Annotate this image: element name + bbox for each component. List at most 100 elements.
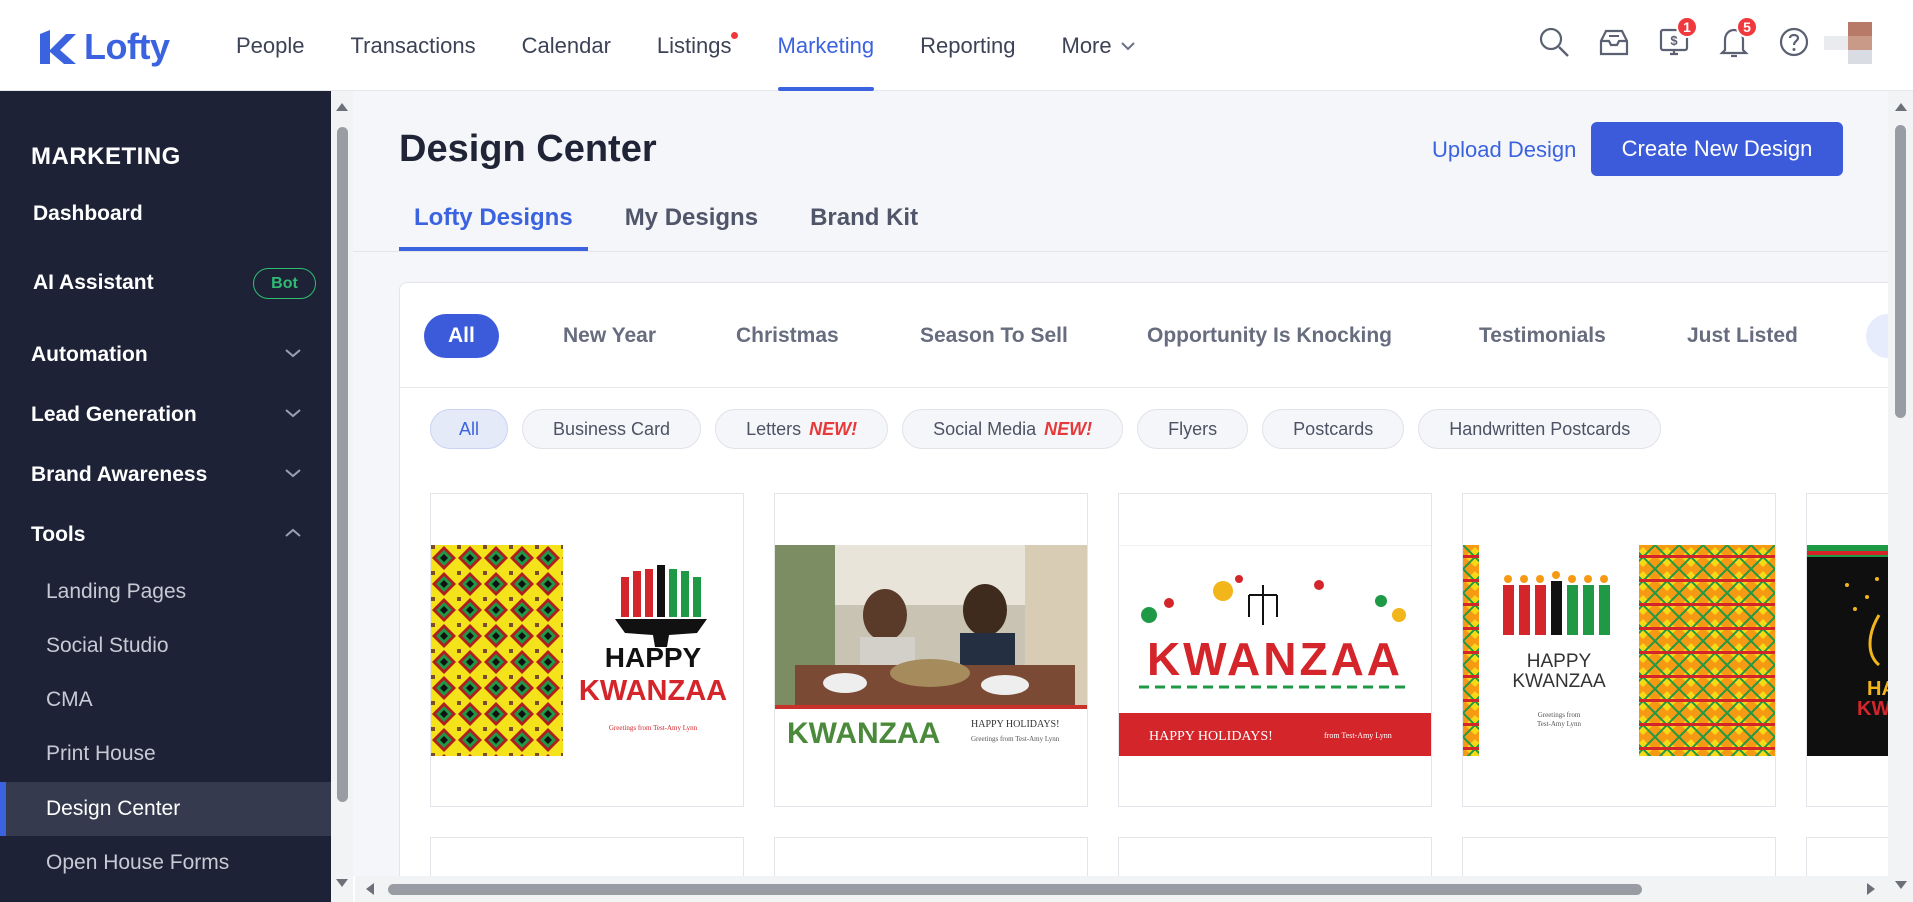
- sidebar-item-ai-assistant[interactable]: AI Assistant Bot: [0, 256, 331, 310]
- user-avatar[interactable]: [1824, 22, 1872, 64]
- category-all[interactable]: All: [424, 314, 499, 358]
- category-christmas[interactable]: Christmas: [736, 314, 839, 358]
- sidebar-item-tools[interactable]: Tools: [0, 508, 331, 562]
- designs-panel: All New Year Christmas Season To Sell Op…: [399, 282, 1888, 876]
- nav-label: People: [236, 32, 305, 58]
- upload-design-link[interactable]: Upload Design: [1432, 137, 1576, 163]
- chip-label: All: [459, 418, 480, 439]
- design-thumbnail: HAPPY KWANZAA Greetings from Test-Amy Ly…: [1463, 545, 1775, 756]
- sidebar-item-label: Open House Forms: [46, 851, 230, 874]
- type-flyers[interactable]: Flyers: [1137, 409, 1249, 449]
- design-card[interactable]: [1118, 837, 1432, 876]
- category-next-pill[interactable]: [1866, 314, 1888, 358]
- create-new-design-button[interactable]: Create New Design: [1591, 122, 1843, 176]
- category-just-listed[interactable]: Just Listed: [1687, 314, 1798, 358]
- nav-label: Calendar: [521, 32, 611, 58]
- scroll-up-arrow-icon[interactable]: [1895, 103, 1907, 111]
- nav-marketing[interactable]: Marketing: [755, 0, 898, 91]
- design-card[interactable]: HAPPY KWANZAA Greetings from Test-Amy Ly…: [430, 493, 744, 807]
- design-card[interactable]: [1806, 837, 1888, 876]
- tab-my-designs[interactable]: My Designs: [610, 204, 773, 251]
- design-card[interactable]: [430, 837, 744, 876]
- design-card[interactable]: [774, 837, 1088, 876]
- scroll-left-arrow-icon[interactable]: [366, 883, 374, 895]
- card-text: Greetings from: [1538, 711, 1581, 719]
- design-card[interactable]: HA KWA: [1806, 493, 1888, 807]
- sidebar-item-design-center[interactable]: Design Center: [0, 782, 331, 836]
- sidebar-item-label: Lead Generation: [31, 403, 197, 426]
- design-card[interactable]: HAPPY KWANZAA Greetings from Test-Amy Ly…: [1462, 493, 1776, 807]
- nav-calendar[interactable]: Calendar: [499, 0, 634, 91]
- type-all[interactable]: All: [430, 409, 509, 449]
- card-text: KWANZAA: [1512, 671, 1606, 692]
- sidebar-item-landing-pages[interactable]: Landing Pages: [0, 565, 331, 619]
- inbox-icon[interactable]: [1596, 24, 1632, 60]
- sidebar-item-open-house-forms[interactable]: Open House Forms: [0, 836, 331, 890]
- tab-lofty-designs[interactable]: Lofty Designs: [399, 204, 588, 251]
- sidebar-item-label: Dashboard: [33, 202, 143, 225]
- sidebar-item-cma[interactable]: CMA: [0, 673, 331, 727]
- scroll-right-arrow-icon[interactable]: [1867, 883, 1875, 895]
- card-text: KWANZAA: [1147, 633, 1403, 685]
- type-handwritten-postcards[interactable]: Handwritten Postcards: [1418, 409, 1662, 449]
- lofty-logo[interactable]: Lofty: [38, 26, 170, 68]
- scroll-down-arrow-icon[interactable]: [1895, 881, 1907, 889]
- chip-label: Business Card: [553, 418, 671, 439]
- nav-transactions[interactable]: Transactions: [328, 0, 499, 91]
- design-tabs: Lofty Designs My Designs Brand Kit: [399, 204, 955, 251]
- sidebar-item-brand-awareness[interactable]: Brand Awareness: [0, 448, 331, 502]
- main-vertical-scrollbar[interactable]: [1888, 91, 1913, 902]
- main-nav: People Transactions Calendar Listings Ma…: [213, 0, 1159, 91]
- sidebar-item-dashboard[interactable]: Dashboard: [0, 187, 331, 241]
- design-card[interactable]: KWANZAA HAPPY HOLIDAYS! Greetings from T…: [774, 493, 1088, 807]
- tab-brand-kit[interactable]: Brand Kit: [795, 204, 933, 251]
- category-filter-bar: All New Year Christmas Season To Sell Op…: [400, 283, 1888, 388]
- type-social-media[interactable]: Social Media NEW!: [902, 409, 1124, 449]
- sidebar-item-automation[interactable]: Automation: [0, 328, 331, 382]
- scroll-up-arrow-icon[interactable]: [336, 103, 348, 111]
- nav-label: More: [1061, 32, 1112, 58]
- card-text: HAPPY: [605, 642, 702, 673]
- type-postcards[interactable]: Postcards: [1262, 409, 1405, 449]
- new-tag: NEW!: [1044, 418, 1093, 439]
- search-icon[interactable]: [1536, 24, 1572, 60]
- new-tag: NEW!: [809, 418, 858, 439]
- sidebar-scrollbar[interactable]: [331, 91, 353, 902]
- sidebar-item-label: Design Center: [46, 797, 181, 820]
- design-card[interactable]: KWANZAA HAPPY HOLIDAYS! from Test-Amy Ly…: [1118, 493, 1432, 807]
- top-navigation-bar: Lofty People Transactions Calendar Listi…: [0, 0, 1913, 91]
- sales-dollar-icon[interactable]: $ 1: [1656, 16, 1698, 60]
- notification-badge: 5: [1736, 16, 1758, 38]
- card-text: HA: [1867, 678, 1888, 700]
- type-business-card[interactable]: Business Card: [522, 409, 702, 449]
- notification-bell-icon[interactable]: 5: [1716, 16, 1758, 60]
- card-text: KWA: [1857, 698, 1888, 720]
- design-card[interactable]: [1462, 837, 1776, 876]
- category-opportunity-is-knocking[interactable]: Opportunity Is Knocking: [1147, 314, 1392, 358]
- main-horizontal-scrollbar[interactable]: [355, 876, 1888, 902]
- nav-people[interactable]: People: [213, 0, 328, 91]
- scroll-down-arrow-icon[interactable]: [336, 879, 348, 887]
- category-season-to-sell[interactable]: Season To Sell: [920, 314, 1068, 358]
- sidebar-item-print-house[interactable]: Print House: [0, 727, 331, 781]
- chevron-up-icon: [285, 528, 301, 537]
- type-letters[interactable]: Letters NEW!: [715, 409, 889, 449]
- horizontal-scroll-thumb[interactable]: [388, 884, 1642, 895]
- sidebar-item-lead-generation[interactable]: Lead Generation: [0, 388, 331, 442]
- nav-more[interactable]: More: [1039, 0, 1159, 91]
- nav-label: Transactions: [350, 32, 476, 58]
- nav-listings[interactable]: Listings: [634, 0, 755, 91]
- help-icon[interactable]: [1776, 24, 1812, 60]
- card-text: from Test-Amy Lynn: [1324, 731, 1392, 740]
- main-scroll-thumb[interactable]: [1895, 125, 1906, 418]
- category-new-year[interactable]: New Year: [563, 314, 656, 358]
- sidebar-item-social-studio[interactable]: Social Studio: [0, 619, 331, 673]
- chevron-down-icon: [1120, 41, 1135, 50]
- sidebar-scroll-thumb[interactable]: [337, 127, 348, 802]
- category-testimonials[interactable]: Testimonials: [1479, 314, 1606, 358]
- sales-badge: 1: [1676, 16, 1698, 38]
- design-thumbnail: KWANZAA HAPPY HOLIDAYS! Greetings from T…: [775, 545, 1087, 756]
- svg-text:$: $: [1670, 33, 1678, 48]
- nav-reporting[interactable]: Reporting: [897, 0, 1038, 91]
- design-thumbnail: HAPPY KWANZAA Greetings from Test-Amy Ly…: [431, 545, 743, 756]
